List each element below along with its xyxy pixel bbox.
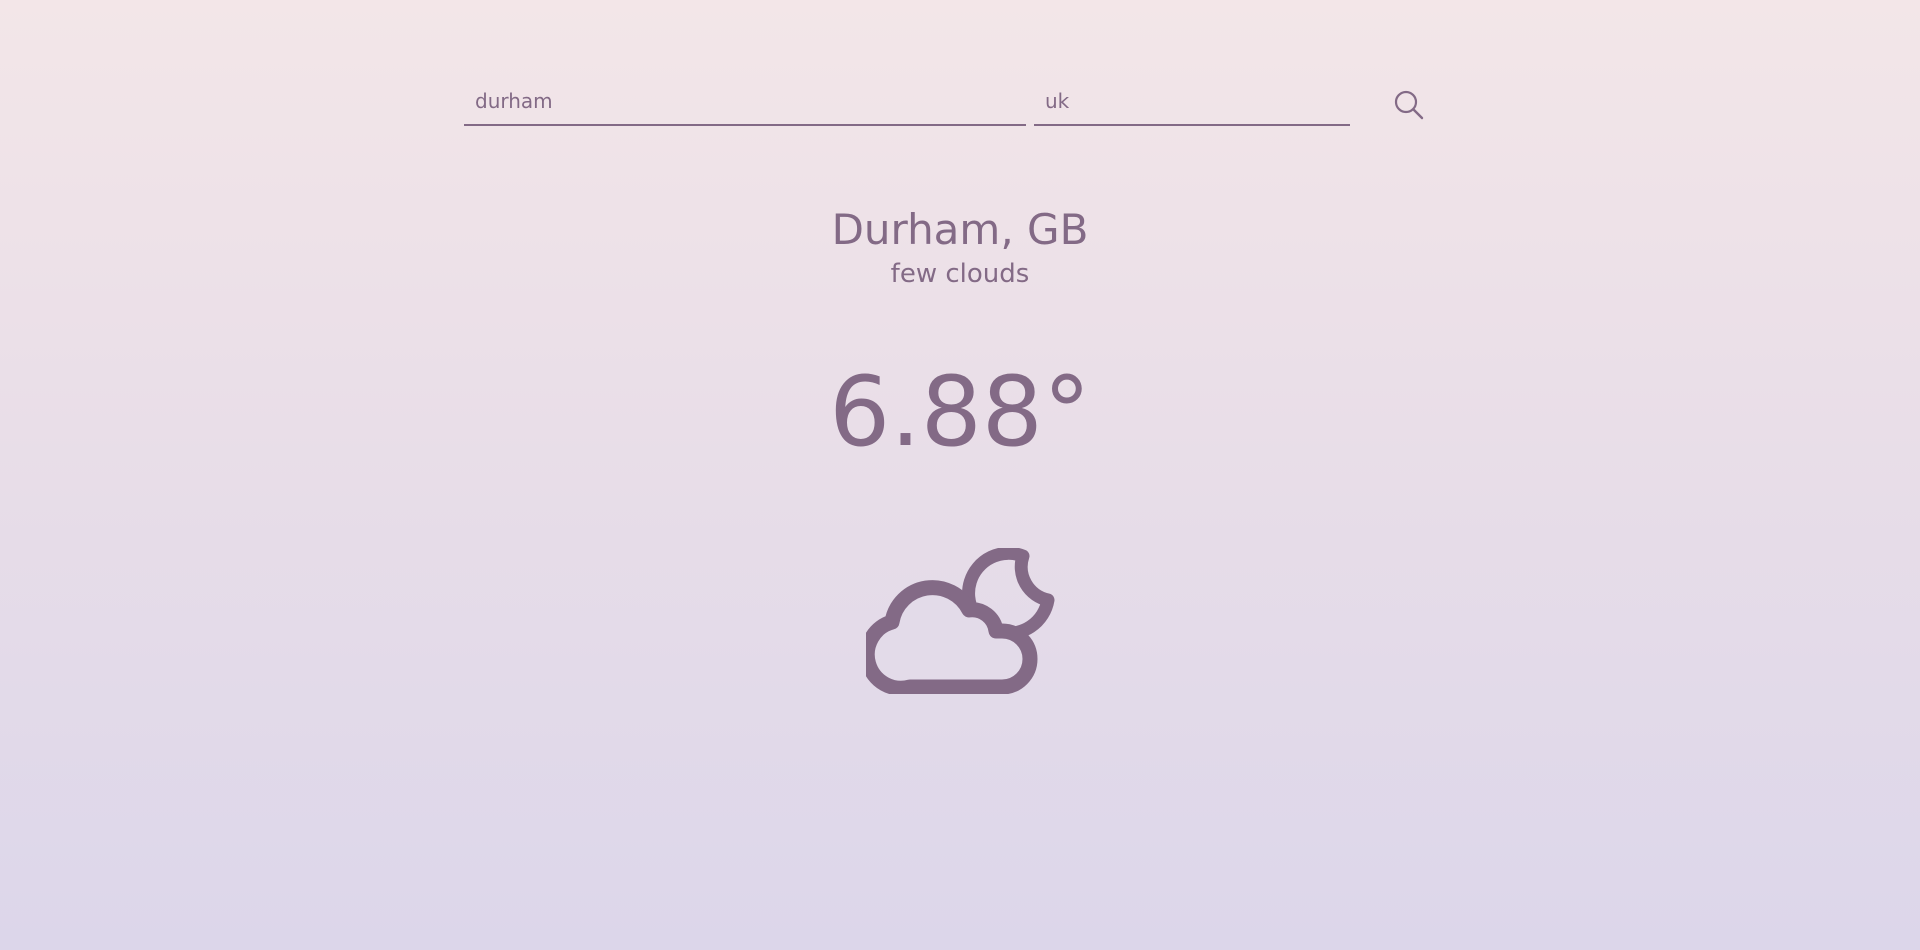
country-input[interactable]: [1034, 78, 1350, 126]
cloud-moon-icon: [866, 548, 1055, 694]
search-icon: [1394, 90, 1424, 120]
search-button[interactable]: [1386, 84, 1432, 124]
location-title: Durham, GB: [831, 205, 1089, 254]
temperature-value: 6.88°: [829, 356, 1091, 468]
weather-description: few clouds: [890, 259, 1030, 289]
search-bar: [464, 78, 1432, 128]
city-input[interactable]: [464, 78, 1026, 126]
